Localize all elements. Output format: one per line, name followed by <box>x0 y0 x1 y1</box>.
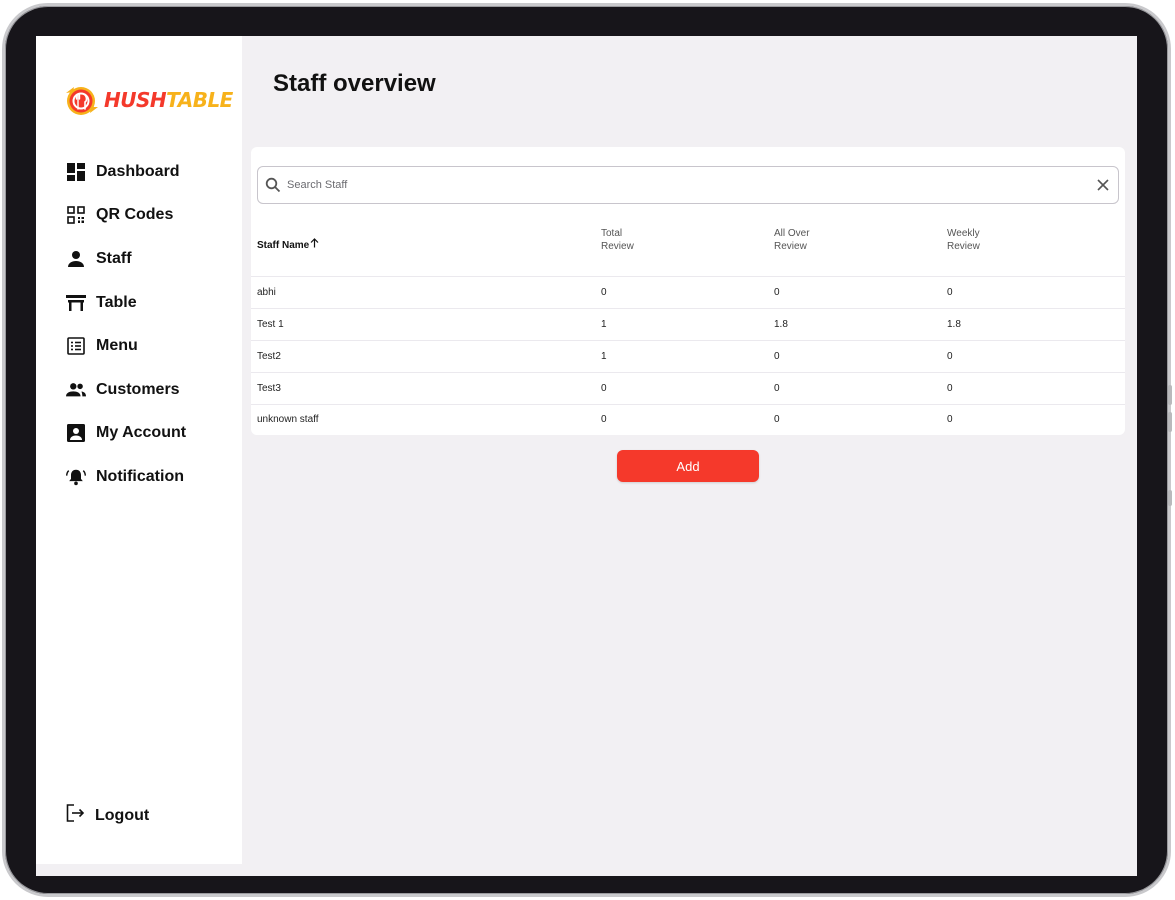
logo-icon <box>60 79 102 121</box>
table-row[interactable]: Test2 1 0 0 <box>251 341 1125 373</box>
cell-total-review: 0 <box>601 383 607 394</box>
sidebar: HUSHTABLE Dashboard QR Codes Staff Table… <box>36 36 242 864</box>
sidebar-item-dashboard[interactable]: Dashboard <box>66 150 186 194</box>
sidebar-item-label: Table <box>96 293 137 311</box>
column-header-weekly-review[interactable]: Weekly Review <box>947 227 980 253</box>
table-row[interactable]: unknown staff 0 0 0 <box>251 404 1125 436</box>
dashboard-icon <box>66 162 86 182</box>
cell-staff-name: Test 1 <box>257 319 284 330</box>
table-icon <box>66 293 86 313</box>
sidebar-item-my-account[interactable]: My Account <box>66 412 186 456</box>
sidebar-item-table[interactable]: Table <box>66 281 186 325</box>
cell-all-over-review: 0 <box>774 351 780 362</box>
sidebar-item-label: Staff <box>96 249 132 267</box>
column-header-label: Staff Name <box>257 239 310 251</box>
list-icon <box>66 336 86 356</box>
volume-button <box>1168 385 1172 405</box>
page-title: Staff overview <box>273 70 436 97</box>
table-row[interactable]: Test 1 1 1.8 1.8 <box>251 309 1125 341</box>
sidebar-item-menu[interactable]: Menu <box>66 324 186 368</box>
search-bar <box>257 166 1119 204</box>
brand-name: HUSHTABLE <box>104 88 233 112</box>
account-box-icon <box>66 423 86 443</box>
column-header-label: Review <box>774 241 807 252</box>
cell-weekly-review: 0 <box>947 351 953 362</box>
logout-button[interactable]: Logout <box>66 804 149 827</box>
search-input[interactable] <box>287 170 1096 200</box>
column-header-all-over-review[interactable]: All Over Review <box>774 227 810 253</box>
column-header-label: Review <box>947 241 980 252</box>
cell-weekly-review: 0 <box>947 414 953 425</box>
sidebar-item-label: My Account <box>96 424 187 442</box>
sidebar-item-notification[interactable]: Notification <box>66 455 186 499</box>
table-row[interactable]: Test3 0 0 0 <box>251 373 1125 405</box>
cell-staff-name: abhi <box>257 287 276 298</box>
brand-logo: HUSHTABLE <box>60 78 233 122</box>
add-staff-button[interactable]: Add <box>617 450 759 482</box>
cell-staff-name: Test3 <box>257 383 281 394</box>
cell-weekly-review: 0 <box>947 287 953 298</box>
sort-ascending-icon <box>310 238 319 252</box>
cell-all-over-review: 0 <box>774 287 780 298</box>
cell-weekly-review: 0 <box>947 383 953 394</box>
clear-icon[interactable] <box>1096 178 1110 192</box>
cell-total-review: 1 <box>601 319 607 330</box>
column-header-total-review[interactable]: Total Review <box>601 227 634 253</box>
cell-all-over-review: 1.8 <box>774 319 788 330</box>
sidebar-item-label: Dashboard <box>96 162 180 180</box>
sidebar-item-customers[interactable]: Customers <box>66 368 186 412</box>
sidebar-item-label: QR Codes <box>96 206 174 224</box>
volume-button <box>1168 412 1172 432</box>
people-icon <box>66 380 86 400</box>
cell-total-review: 1 <box>601 351 607 362</box>
column-header-label: Weekly <box>947 228 980 239</box>
cell-staff-name: Test2 <box>257 351 281 362</box>
person-icon <box>66 249 86 269</box>
bell-icon <box>66 467 86 487</box>
table-row[interactable]: abhi 0 0 0 <box>251 277 1125 309</box>
power-button <box>1168 490 1172 506</box>
logout-label: Logout <box>95 806 150 824</box>
sidebar-item-label: Notification <box>96 467 184 485</box>
logout-icon <box>66 804 85 827</box>
sidebar-item-qr-codes[interactable]: QR Codes <box>66 194 186 238</box>
cell-total-review: 0 <box>601 287 607 298</box>
column-header-staff-name[interactable]: Staff Name <box>257 238 319 252</box>
sidebar-item-label: Customers <box>96 380 180 398</box>
column-header-label: Total <box>601 228 623 239</box>
cell-all-over-review: 0 <box>774 383 780 394</box>
app-screen: HUSHTABLE Dashboard QR Codes Staff Table… <box>36 36 1137 876</box>
qr-code-icon <box>66 205 86 225</box>
sidebar-nav: Dashboard QR Codes Staff Table Menu Cust… <box>66 150 186 499</box>
sidebar-item-staff[interactable]: Staff <box>66 237 186 281</box>
cell-total-review: 0 <box>601 414 607 425</box>
staff-table-card: Staff Name Total Review All Over Review … <box>251 147 1125 435</box>
column-header-label: All Over <box>774 228 810 239</box>
sidebar-item-label: Menu <box>96 337 138 355</box>
cell-all-over-review: 0 <box>774 414 780 425</box>
table-header: Staff Name Total Review All Over Review … <box>251 227 1125 277</box>
cell-weekly-review: 1.8 <box>947 319 961 330</box>
search-icon <box>265 177 281 193</box>
cell-staff-name: unknown staff <box>257 414 319 425</box>
brand-name-part1: HUSH <box>104 88 167 112</box>
column-header-label: Review <box>601 241 634 252</box>
brand-name-part2: TABLE <box>166 88 233 112</box>
